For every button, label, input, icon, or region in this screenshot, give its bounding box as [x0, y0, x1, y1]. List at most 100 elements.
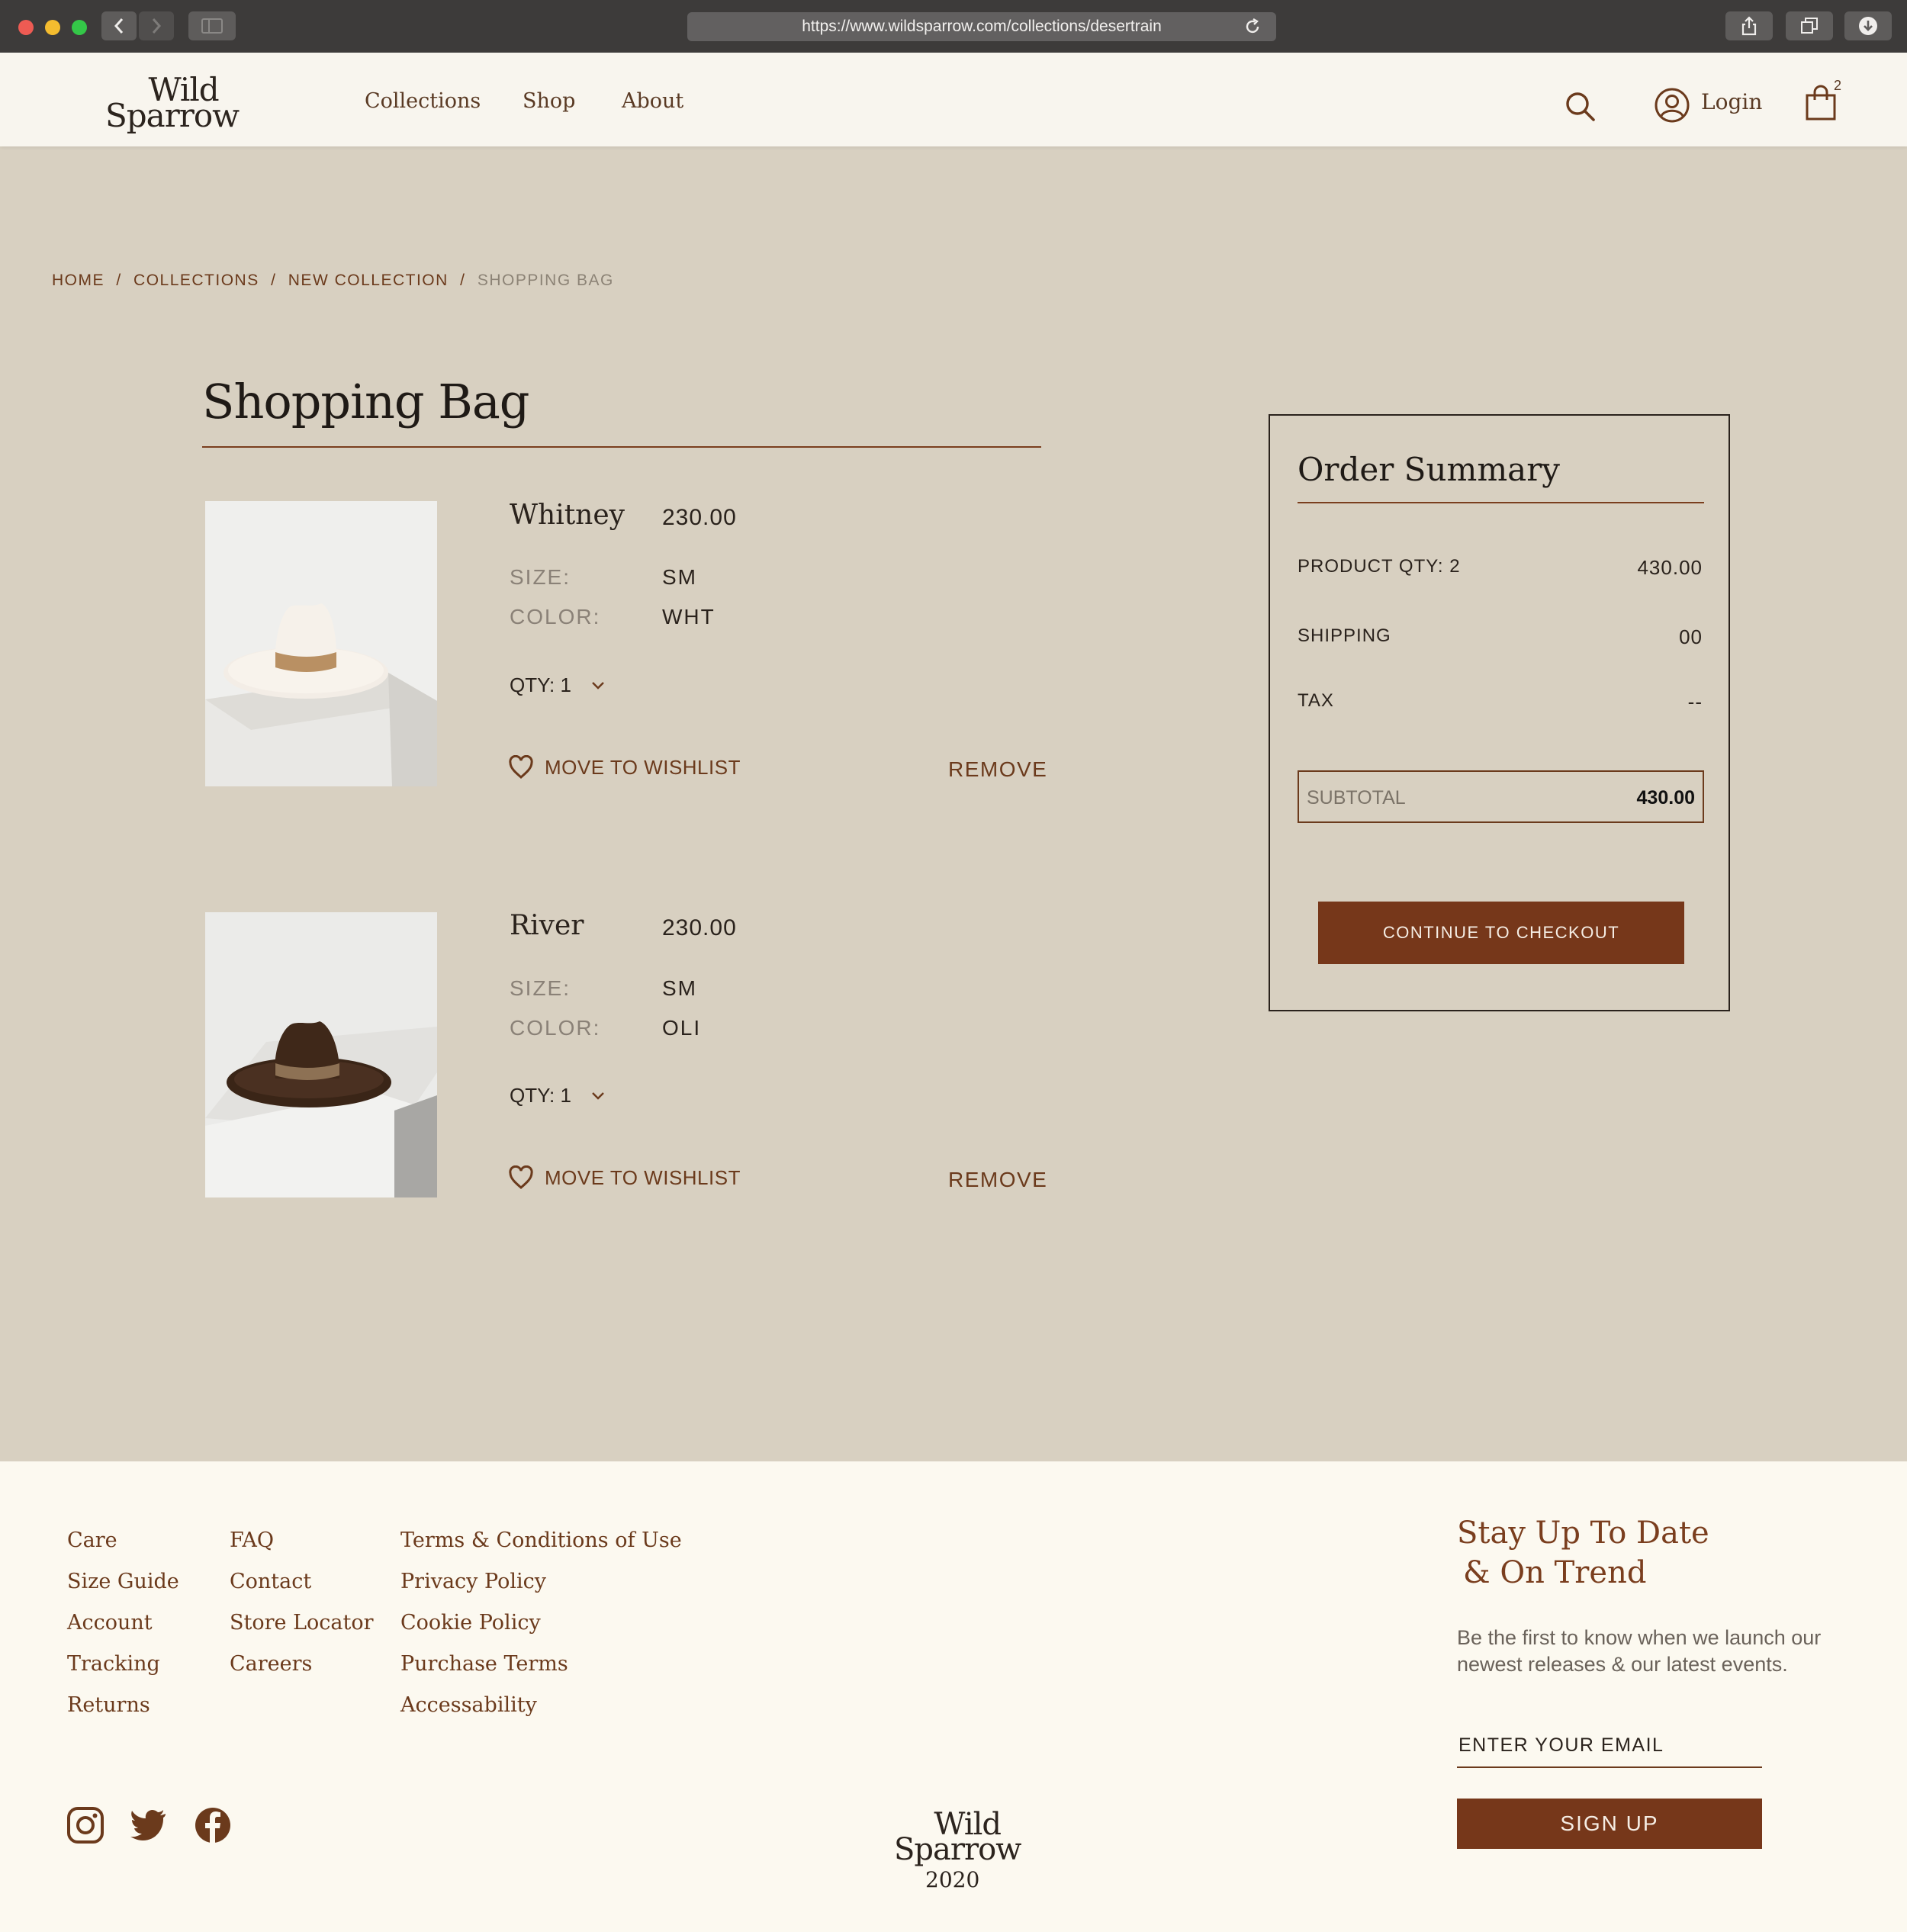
tabs-button[interactable] [1786, 11, 1833, 40]
product-image-river[interactable] [205, 912, 437, 1197]
product-name[interactable]: River [510, 910, 584, 941]
footer-logo-line-2: Sparrow [894, 1831, 1021, 1867]
size-label: SIZE: [510, 976, 571, 1000]
sidebar-icon [201, 18, 223, 34]
summary-divider [1298, 502, 1704, 503]
quantity-select[interactable]: QTY: 1 [510, 1084, 605, 1107]
facebook-icon[interactable] [194, 1806, 232, 1844]
tax-value: -- [1687, 690, 1703, 713]
checkout-button[interactable]: CONTINUE TO CHECKOUT [1318, 902, 1684, 964]
signup-button[interactable]: SIGN UP [1457, 1799, 1762, 1849]
browser-toolbar: https://www.wildsparrow.com/collections/… [0, 0, 1907, 53]
product-price: 230.00 [662, 505, 737, 530]
subtotal-value: 430.00 [1636, 787, 1695, 808]
hat-photo [205, 912, 437, 1197]
remove-button[interactable]: REMOVE [948, 757, 1047, 782]
order-summary-panel: Order Summary PRODUCT QTY: 2 430.00 SHIP… [1269, 414, 1730, 1011]
brand-logo[interactable]: Wild Sparrow [105, 73, 240, 135]
footer-link-store-locator[interactable]: Store Locator [230, 1611, 374, 1635]
download-icon [1859, 17, 1877, 35]
email-input[interactable]: ENTER YOUR EMAIL [1457, 1731, 1762, 1768]
color-value: WHT [662, 605, 716, 628]
footer-link-faq[interactable]: FAQ [230, 1529, 274, 1552]
address-bar[interactable]: https://www.wildsparrow.com/collections/… [687, 12, 1276, 41]
product-name[interactable]: Whitney [510, 500, 625, 531]
back-button[interactable] [101, 11, 137, 40]
tabs-icon [1801, 18, 1818, 34]
logo-line-2: Sparrow [105, 97, 240, 135]
chevron-down-icon [592, 681, 604, 690]
downloads-button[interactable] [1844, 11, 1892, 40]
footer-link-careers[interactable]: Careers [230, 1652, 312, 1676]
instagram-icon[interactable] [66, 1806, 105, 1844]
cart-count-badge: 2 [1834, 78, 1842, 93]
login-link[interactable]: Login [1701, 89, 1762, 114]
chevron-right-icon [152, 18, 162, 34]
sidebar-toggle-button[interactable] [188, 11, 236, 40]
size-value: SM [662, 976, 697, 1000]
footer-link-terms[interactable]: Terms & Conditions of Use [400, 1529, 682, 1552]
user-icon[interactable] [1654, 87, 1690, 124]
twitter-icon[interactable] [130, 1806, 168, 1844]
breadcrumb-new-collection[interactable]: NEW COLLECTION [288, 272, 449, 289]
share-button[interactable] [1725, 11, 1773, 40]
footer-link-size-guide[interactable]: Size Guide [67, 1570, 179, 1593]
shipping-value: 00 [1679, 625, 1703, 648]
footer-link-cookie[interactable]: Cookie Policy [400, 1611, 541, 1635]
footer-logo[interactable]: Wild Sparrow [894, 1809, 1021, 1867]
forward-button[interactable] [139, 11, 174, 40]
size-value: SM [662, 565, 697, 589]
shipping-label: SHIPPING [1298, 625, 1391, 646]
subtotal-label: SUBTOTAL [1307, 787, 1406, 808]
close-window-icon[interactable] [18, 20, 34, 35]
product-qty-label: PRODUCT QTY: 2 [1298, 556, 1461, 577]
breadcrumb-separator: / [116, 272, 122, 289]
color-value: OLI [662, 1016, 702, 1040]
product-qty-value: 430.00 [1637, 556, 1703, 579]
remove-button[interactable]: REMOVE [948, 1168, 1047, 1192]
site-footer: Care Size Guide Account Tracking Returns… [0, 1461, 1907, 1932]
move-to-wishlist-button[interactable]: MOVE TO WISHLIST [508, 1165, 741, 1190]
quantity-select[interactable]: QTY: 1 [510, 673, 605, 697]
reload-icon[interactable] [1244, 18, 1261, 35]
maximize-window-icon[interactable] [72, 20, 87, 35]
hat-photo [205, 501, 437, 786]
heart-icon [509, 755, 533, 779]
footer-link-purchase-terms[interactable]: Purchase Terms [400, 1652, 568, 1676]
product-image-whitney[interactable] [205, 501, 437, 786]
shopping-bag-icon[interactable] [1804, 85, 1838, 121]
newsletter-description: Be the first to know when we launch our … [1457, 1626, 1822, 1676]
footer-link-accessability[interactable]: Accessability [400, 1693, 537, 1717]
breadcrumb-current: SHOPPING BAG [477, 272, 614, 289]
nav-shop[interactable]: Shop [523, 89, 575, 113]
breadcrumb-separator: / [460, 272, 466, 289]
nav-collections[interactable]: Collections [365, 89, 481, 113]
search-icon[interactable] [1564, 90, 1597, 124]
product-price: 230.00 [662, 915, 737, 940]
breadcrumb: HOME / COLLECTIONS / NEW COLLECTION / SH… [52, 272, 614, 290]
heart-icon [509, 1165, 533, 1189]
breadcrumb-collections[interactable]: COLLECTIONS [133, 272, 259, 289]
share-icon [1741, 16, 1757, 36]
footer-link-privacy[interactable]: Privacy Policy [400, 1570, 546, 1593]
footer-link-contact[interactable]: Contact [230, 1570, 311, 1593]
chevron-left-icon [114, 18, 124, 34]
nav-about[interactable]: About [622, 89, 683, 113]
footer-link-account[interactable]: Account [67, 1611, 153, 1635]
quantity-value: QTY: 1 [510, 1084, 571, 1107]
subtotal-box: SUBTOTAL 430.00 [1298, 770, 1704, 823]
page-title: Shopping Bag [202, 374, 529, 429]
newsletter-title: Stay Up To Date & On Trend [1457, 1513, 1709, 1593]
footer-link-tracking[interactable]: Tracking [67, 1652, 160, 1676]
color-label: COLOR: [510, 1016, 601, 1040]
breadcrumb-home[interactable]: HOME [52, 272, 105, 289]
quantity-value: QTY: 1 [510, 673, 571, 696]
minimize-window-icon[interactable] [45, 20, 60, 35]
footer-link-returns[interactable]: Returns [67, 1693, 150, 1717]
title-divider [202, 446, 1041, 448]
wishlist-label: MOVE TO WISHLIST [545, 755, 741, 779]
footer-link-care[interactable]: Care [67, 1529, 117, 1552]
move-to-wishlist-button[interactable]: MOVE TO WISHLIST [508, 755, 741, 780]
newsletter-title-line-2: & On Trend [1463, 1555, 1647, 1590]
breadcrumb-separator: / [271, 272, 277, 289]
